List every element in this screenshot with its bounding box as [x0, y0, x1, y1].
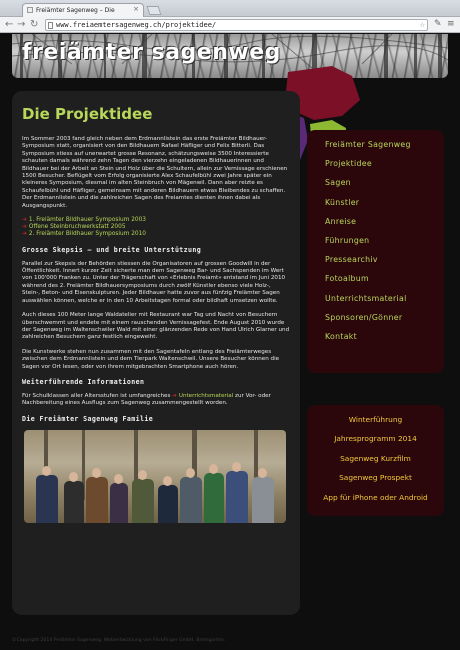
- site-logo[interactable]: freiämter sagenweg: [22, 40, 281, 65]
- footer-copyright: ©Copyright 2014 Freiämter Sagenweg. Webe…: [12, 638, 226, 643]
- browser-toolbar: ← → ↻ www.freiaemtersagenweg.ch/projekti…: [0, 17, 460, 33]
- link-item[interactable]: ➔ 1. Freiämter Bildhauer Symposium 2003: [22, 217, 290, 224]
- main-content: Die Projektidee Im Sommer 2003 fand glei…: [12, 91, 300, 615]
- side-link-winterfuehrung[interactable]: Winterführung: [307, 415, 444, 434]
- arrow-icon: ➔: [22, 231, 27, 238]
- close-tab-icon[interactable]: ×: [133, 5, 139, 13]
- wrench-icon[interactable]: ✎: [434, 19, 442, 29]
- link-label: 1. Freiämter Bildhauer Symposium 2003: [28, 217, 146, 224]
- symposium-links: ➔ 1. Freiämter Bildhauer Symposium 2003 ➔…: [22, 217, 290, 239]
- nav-item-anreise[interactable]: Anreise: [325, 217, 444, 236]
- browser-tabbar: Freiämter Sagenweg – Die ×: [0, 0, 460, 17]
- page-title: Die Projektidee: [22, 105, 153, 123]
- text-before-link: Für Schulklassen aller Altersstufen ist …: [22, 392, 171, 399]
- nav-item-sagen[interactable]: Sagen: [325, 178, 444, 197]
- link-item[interactable]: ➔ 2. Freiämter Bildhauer Symposium 2010: [22, 231, 290, 238]
- nav-item-fotoalbum[interactable]: Fotoalbum: [325, 274, 444, 293]
- favicon-icon: [27, 7, 33, 13]
- side-link-app[interactable]: App für iPhone oder Android: [307, 493, 444, 512]
- arrow-icon: ➔: [172, 392, 177, 399]
- reload-icon[interactable]: ↻: [30, 19, 38, 31]
- header-banner: freiämter sagenweg: [12, 34, 448, 78]
- back-icon[interactable]: ←: [5, 19, 13, 31]
- browser-tab[interactable]: Freiämter Sagenweg – Die ×: [22, 3, 144, 17]
- side-link-jahresprogramm[interactable]: Jahresprogramm 2014: [307, 434, 444, 453]
- arrow-icon: ➔: [22, 224, 27, 231]
- paragraph: Die Kunstwerke stehen nun zusammen mit d…: [22, 348, 280, 370]
- section-heading: Grosse Skepsis – und breite Unterstützun…: [22, 245, 202, 254]
- link-item[interactable]: ➔ Offene Steinbruchwerkstatt 2005: [22, 224, 290, 231]
- page: freiämter sagenweg Die Projektidee Im So…: [0, 34, 460, 650]
- bookmark-star-icon[interactable]: ☆: [420, 20, 425, 30]
- paragraph: Auch dieses 100 Meter lange Waldatelier …: [22, 312, 290, 341]
- paragraph: Parallel zur Skepsis der Behörden stiess…: [22, 260, 286, 304]
- nav-item-kontakt[interactable]: Kontakt: [325, 332, 444, 351]
- tab-title: Freiämter Sagenweg – Die: [36, 7, 115, 14]
- nav-item-pressearchiv[interactable]: Pressearchiv: [325, 255, 444, 274]
- url-text: www.freiaemtersagenweg.ch/projektidee/: [56, 21, 217, 29]
- address-bar[interactable]: www.freiaemtersagenweg.ch/projektidee/ ☆: [45, 19, 428, 31]
- arrow-icon: ➔: [22, 217, 27, 224]
- page-icon: [48, 22, 53, 29]
- new-tab-button[interactable]: [146, 6, 162, 15]
- menu-icon[interactable]: ≡: [447, 19, 455, 29]
- link-label: 2. Freiämter Bildhauer Symposium 2010: [28, 231, 146, 238]
- paragraph: Für Schulklassen aller Altersstufen ist …: [22, 393, 290, 408]
- section-heading: Weiterführende Informationen: [22, 377, 145, 386]
- unterrichtsmaterial-link[interactable]: Unterrichtsmaterial: [179, 393, 233, 399]
- main-navigation: Freiämter Sagenweg Projektidee Sagen Kün…: [307, 130, 444, 373]
- nav-item-sponsoren[interactable]: Sponsoren/Gönner: [325, 313, 444, 332]
- nav-item-projektidee[interactable]: Projektidee: [325, 159, 444, 178]
- intro-paragraph: Im Sommer 2003 fand gleich neben dem Erd…: [22, 136, 288, 209]
- nav-item-fuehrungen[interactable]: Führungen: [325, 236, 444, 255]
- nav-item-freiaemter-sagenweg[interactable]: Freiämter Sagenweg: [325, 140, 444, 159]
- link-label: Offene Steinbruchwerkstatt 2005: [28, 224, 126, 231]
- section-heading: Die Freiämter Sagenweg Familie: [22, 414, 154, 423]
- forward-icon[interactable]: →: [17, 19, 25, 31]
- nav-item-kuenstler[interactable]: Künstler: [325, 198, 444, 217]
- group-photo: [24, 429, 286, 523]
- secondary-links: Winterführung Jahresprogramm 2014 Sagenw…: [307, 405, 444, 516]
- nav-item-unterrichtsmaterial[interactable]: Unterrichtsmaterial: [325, 294, 444, 313]
- side-link-prospekt[interactable]: Sagenweg Prospekt: [307, 473, 444, 492]
- side-link-kurzfilm[interactable]: Sagenweg Kurzfilm: [307, 454, 444, 473]
